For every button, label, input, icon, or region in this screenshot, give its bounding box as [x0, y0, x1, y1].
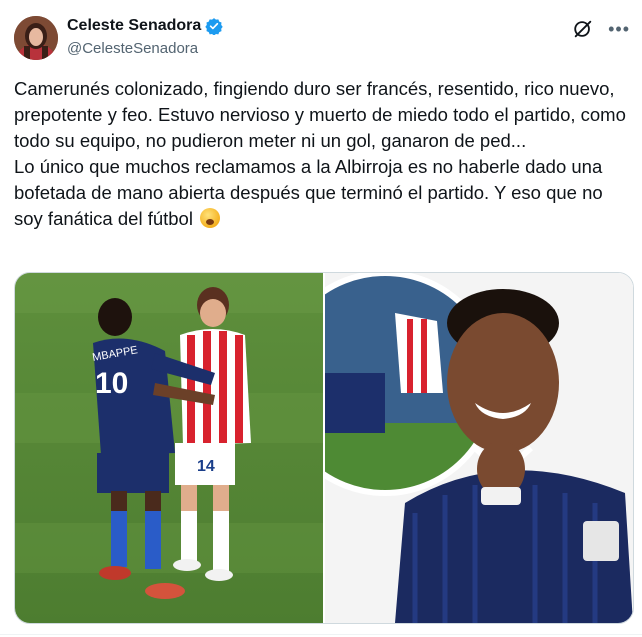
- more-options-icon[interactable]: •••: [608, 20, 630, 38]
- photo-player-smiling-collage[interactable]: [325, 273, 633, 623]
- photo-players-confrontation[interactable]: 14 10 MBAPPE: [15, 273, 323, 623]
- avatar-image: [14, 16, 58, 60]
- author-handle[interactable]: @CelesteSenadora: [67, 40, 198, 57]
- tweet-media[interactable]: 14 10 MBAPPE: [14, 272, 634, 624]
- tweet-text: Camerunés colonizado, fingiendo duro ser…: [14, 76, 628, 232]
- grok-icon[interactable]: [572, 18, 594, 40]
- tweet-divider: [0, 634, 642, 635]
- verified-badge-icon: [205, 17, 223, 35]
- jersey-number-right: 14: [197, 458, 215, 475]
- tweet-text-paragraph-2: Lo único que muchos reclamamos a la Albi…: [14, 156, 603, 229]
- jersey-number-left: 10: [95, 367, 128, 400]
- author-display-name[interactable]: Celeste Senadora: [67, 17, 201, 35]
- emoji-icon: [200, 208, 221, 228]
- author-name-row: Celeste Senadora: [67, 17, 223, 35]
- tweet-text-paragraph-1: Camerunés colonizado, fingiendo duro ser…: [14, 78, 626, 151]
- avatar[interactable]: [14, 16, 58, 60]
- tweet-top-actions: •••: [572, 18, 630, 40]
